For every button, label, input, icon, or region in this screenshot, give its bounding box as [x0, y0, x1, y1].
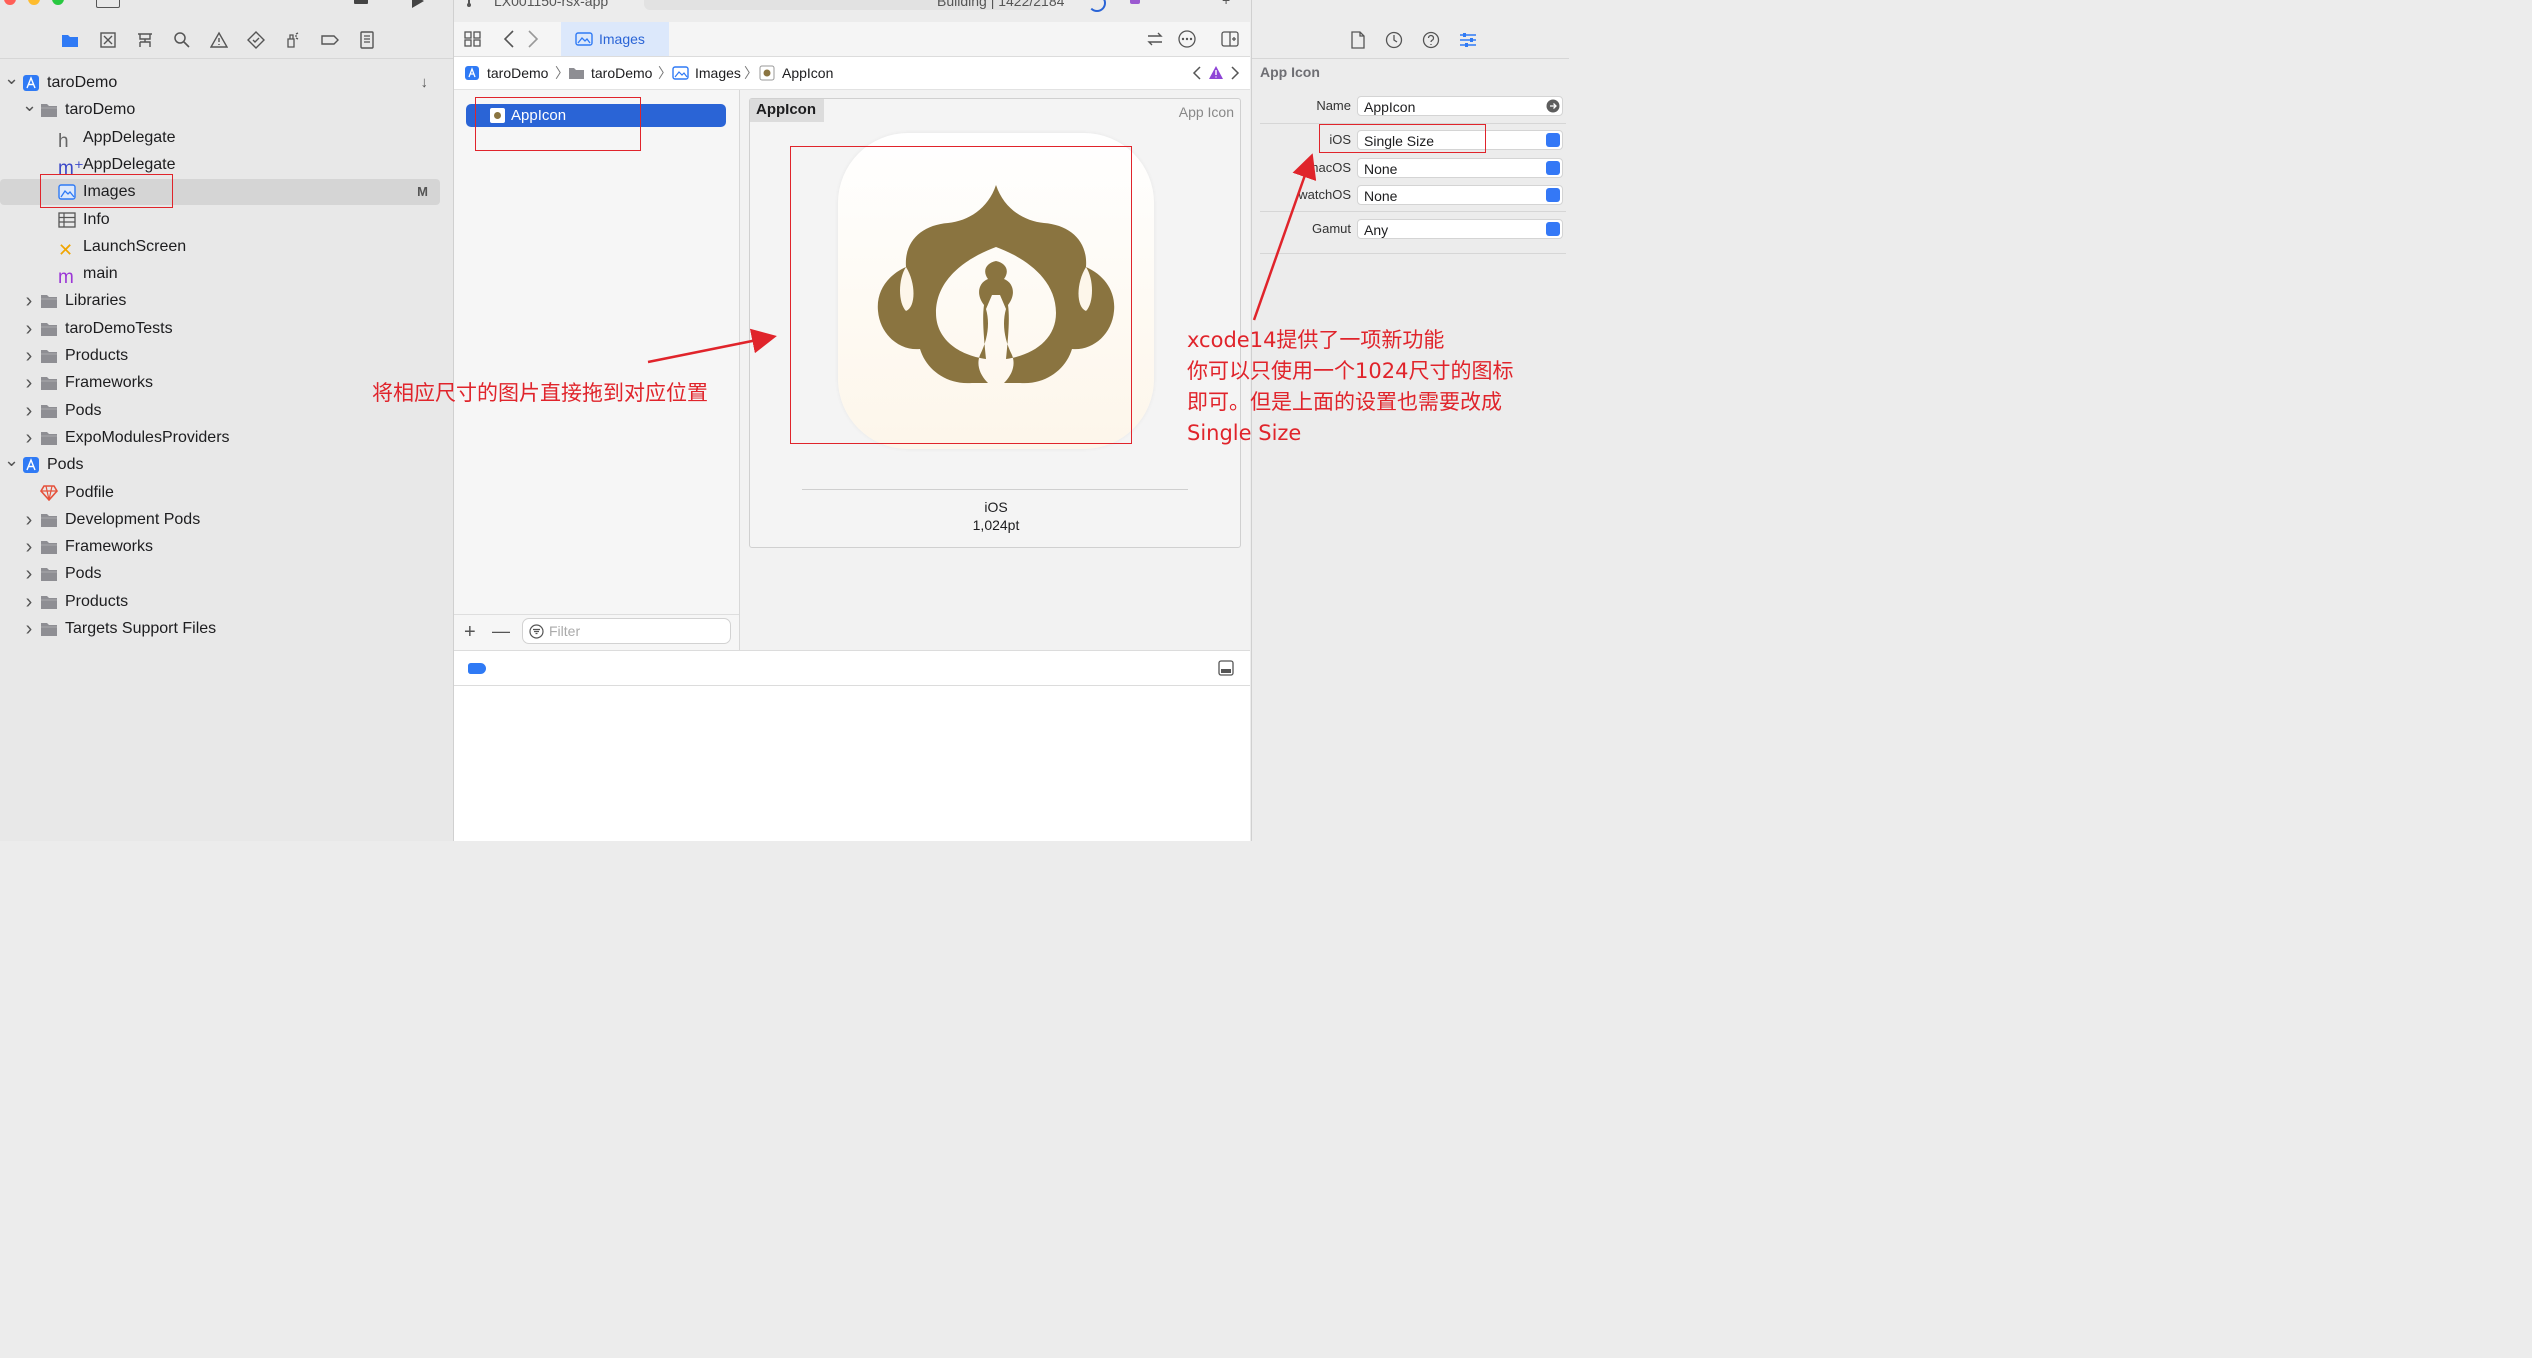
arrow-to-icon [647, 328, 777, 364]
drag-hint-annotation: 将相应尺寸的图片直接拖到对应位置 [372, 381, 708, 405]
feature-annotation: xcode14提供了一项新功能 你可以只使用一个1024尺寸的图标 即可。但是上… [1187, 325, 1513, 449]
annotation-line: 即可。但是上面的设置也需要改成 [1187, 390, 1502, 414]
arrow-to-ios-select [1252, 153, 1317, 321]
annotation-line: Single Size [1187, 421, 1302, 445]
annotation-line: 你可以只使用一个1024尺寸的图标 [1187, 359, 1514, 383]
annotation-line: xcode14提供了一项新功能 [1187, 328, 1445, 352]
